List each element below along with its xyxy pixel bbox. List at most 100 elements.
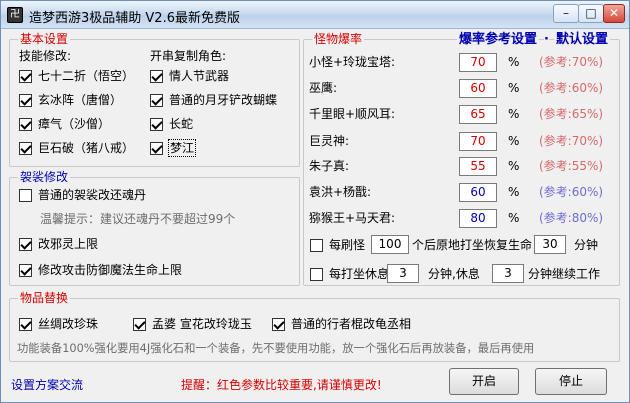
monster-name-2: 巫鹰: bbox=[309, 81, 338, 95]
monster-ref-5: (参考:55%) bbox=[539, 159, 604, 173]
monster-ref-4: (参考:70%) bbox=[539, 134, 604, 148]
items-label-1: 丝绸改珍珠 bbox=[38, 317, 99, 331]
refresh-count-input[interactable]: 100 bbox=[371, 235, 409, 254]
items-group-title: 物品替换 bbox=[18, 291, 71, 305]
warning-text: 提醒：红色参数比较重要,请谨慎更改! bbox=[181, 378, 382, 392]
items-note: 功能装备100%强化要用4J强化石和一个装备，先不要使用功能，放一个强化石后再放… bbox=[17, 342, 535, 355]
roles-label: 开串复制角色: bbox=[150, 49, 227, 63]
monster-ref-2: (参考:60%) bbox=[539, 81, 604, 95]
armor-label-3: 修改攻击防御魔法生命上限 bbox=[38, 263, 183, 277]
armor-tip: 温馨提示：建议还魂丹不要超过99个 bbox=[40, 212, 236, 226]
basic-settings-title: 基本设置 bbox=[18, 32, 71, 46]
skill-checkbox-4[interactable]: 巨石破（猪八戒） bbox=[19, 140, 134, 156]
armor-checkbox-3[interactable]: 修改攻击防御魔法生命上限 bbox=[19, 262, 182, 278]
monster-rate-input-3[interactable]: 65 bbox=[459, 105, 497, 124]
monster-rate-input-4[interactable]: 70 bbox=[459, 132, 497, 151]
role-label-1: 情人节武器 bbox=[169, 69, 230, 83]
monster-rate-input-5[interactable]: 55 bbox=[459, 157, 497, 176]
title-bar[interactable]: 卍 造梦西游3极品辅助 V2.6最新免费版 – □ ✕ bbox=[1, 1, 629, 29]
role-checkbox-3[interactable]: 长蛇 bbox=[150, 116, 193, 132]
skill-label-2: 玄冰阵（唐僧） bbox=[38, 93, 123, 107]
monster-name-1: 小怪+玲珑宝塔: bbox=[309, 55, 396, 69]
checkbox-box[interactable] bbox=[19, 93, 32, 107]
checkbox-box[interactable] bbox=[19, 237, 32, 251]
role-label-3: 长蛇 bbox=[169, 117, 194, 131]
skill-checkbox-3[interactable]: 瘴气（沙僧） bbox=[19, 116, 110, 132]
main-window: 卍 造梦西游3极品辅助 V2.6最新免费版 – □ ✕ 基本设置 技能修改: 开… bbox=[0, 0, 630, 403]
role-checkbox-4[interactable]: 梦江 bbox=[150, 139, 197, 157]
checkbox-box[interactable] bbox=[19, 188, 32, 202]
percent-unit: % bbox=[508, 55, 520, 69]
monster-ref-7: (参考:80%) bbox=[539, 211, 604, 225]
percent-unit: % bbox=[508, 159, 520, 173]
items-checkbox-1[interactable]: 丝绸改珍珠 bbox=[19, 316, 98, 332]
skill-checkbox-2[interactable]: 玄冰阵（唐僧） bbox=[19, 92, 122, 108]
rest-minutes-input[interactable]: 3 bbox=[387, 264, 419, 283]
items-label-3: 普通的行者棍改龟丞相 bbox=[291, 317, 412, 331]
checkbox-box[interactable] bbox=[19, 263, 32, 277]
skill-checkbox-1[interactable]: 七十二折（悟空） bbox=[19, 68, 134, 84]
continue-minutes-input[interactable]: 3 bbox=[492, 264, 524, 283]
rest-checkbox[interactable]: 每打坐休息 bbox=[310, 266, 389, 282]
monster-name-4: 巨灵神: bbox=[309, 134, 350, 148]
monster-name-6: 袁洪+杨戬: bbox=[309, 185, 372, 199]
scheme-exchange-link[interactable]: 设置方案交流 bbox=[11, 377, 83, 393]
items-label-2: 孟婆 宣花改玲珑玉 bbox=[152, 317, 252, 331]
percent-unit: % bbox=[508, 211, 520, 225]
armor-label-2: 改邪灵上限 bbox=[38, 237, 99, 251]
checkbox-box[interactable] bbox=[272, 317, 285, 331]
armor-group-title: 袈裟修改 bbox=[18, 170, 71, 184]
checkbox-box[interactable] bbox=[310, 267, 323, 281]
role-checkbox-2[interactable]: 普通的月牙铲改蝴蝶 bbox=[150, 92, 277, 108]
checkbox-box[interactable] bbox=[19, 141, 32, 155]
monster-name-5: 朱子真: bbox=[309, 159, 350, 173]
minimize-button[interactable]: – bbox=[553, 4, 579, 23]
maximize-button[interactable]: □ bbox=[578, 4, 604, 23]
armor-checkbox-1[interactable]: 普通的袈裟改还魂丹 bbox=[19, 187, 146, 203]
monster-rate-input-6[interactable]: 60 bbox=[459, 183, 497, 202]
skill-label-3: 瘴气（沙僧） bbox=[38, 117, 111, 131]
checkbox-box[interactable] bbox=[150, 93, 163, 107]
close-button[interactable]: ✕ bbox=[603, 4, 625, 23]
refresh-label-mid: 个后原地打坐恢复生命 bbox=[412, 238, 533, 252]
refresh-label-post: 分钟 bbox=[574, 238, 599, 252]
items-group: 物品替换 丝绸改珍珠 孟婆 宣花改玲珑玉 普通的行者棍改龟丞相 功能装备100%… bbox=[9, 291, 620, 362]
stop-button[interactable]: 停止 bbox=[535, 368, 607, 395]
monster-ref-1: (参考:70%) bbox=[539, 55, 604, 69]
monster-rate-input-1[interactable]: 70 bbox=[459, 53, 497, 72]
rest-label-mid: 分钟,休息 bbox=[428, 267, 480, 281]
checkbox-box[interactable] bbox=[150, 141, 163, 155]
monster-drop-title: 怪物爆率 bbox=[312, 32, 365, 46]
refresh-minutes-input[interactable]: 30 bbox=[534, 235, 566, 254]
default-settings-link[interactable]: 默认设置 bbox=[554, 32, 611, 48]
checkbox-box[interactable] bbox=[19, 69, 32, 83]
checkbox-box[interactable] bbox=[150, 69, 163, 83]
skill-label-1: 七十二折（悟空） bbox=[38, 69, 135, 83]
monster-ref-3: (参考:65%) bbox=[539, 107, 604, 121]
app-icon: 卍 bbox=[7, 7, 23, 23]
skills-label: 技能修改: bbox=[19, 49, 72, 63]
armor-group: 袈裟修改 普通的袈裟改还魂丹 温馨提示：建议还魂丹不要超过99个 改邪灵上限 修… bbox=[9, 170, 300, 286]
checkbox-box[interactable] bbox=[310, 238, 323, 252]
checkbox-box[interactable] bbox=[19, 117, 32, 131]
monster-rate-input-2[interactable]: 60 bbox=[459, 79, 497, 98]
basic-settings-group: 基本设置 技能修改: 开串复制角色: 七十二折（悟空） 玄冰阵（唐僧） 瘴气（沙… bbox=[9, 32, 300, 167]
checkbox-box[interactable] bbox=[19, 317, 32, 331]
armor-checkbox-2[interactable]: 改邪灵上限 bbox=[19, 236, 98, 252]
refresh-checkbox[interactable]: 每刷怪 bbox=[310, 237, 365, 253]
role-checkbox-1[interactable]: 情人节武器 bbox=[150, 68, 229, 84]
monster-name-7: 猕猴王+马天君: bbox=[309, 211, 396, 225]
rates-reference-link[interactable]: 爆率参考设置 bbox=[457, 32, 540, 48]
items-checkbox-3[interactable]: 普通的行者棍改龟丞相 bbox=[272, 316, 411, 332]
role-label-2: 普通的月牙铲改蝴蝶 bbox=[169, 93, 278, 107]
checkbox-box[interactable] bbox=[150, 117, 163, 131]
checkbox-box[interactable] bbox=[133, 317, 146, 331]
percent-unit: % bbox=[508, 185, 520, 199]
percent-unit: % bbox=[508, 81, 520, 95]
percent-unit: % bbox=[508, 107, 520, 121]
percent-unit: % bbox=[508, 134, 520, 148]
items-checkbox-2[interactable]: 孟婆 宣花改玲珑玉 bbox=[133, 316, 252, 332]
start-button[interactable]: 开启 bbox=[449, 368, 519, 395]
monster-rate-input-7[interactable]: 80 bbox=[459, 209, 497, 228]
window-title: 造梦西游3极品辅助 V2.6最新免费版 bbox=[29, 11, 240, 26]
